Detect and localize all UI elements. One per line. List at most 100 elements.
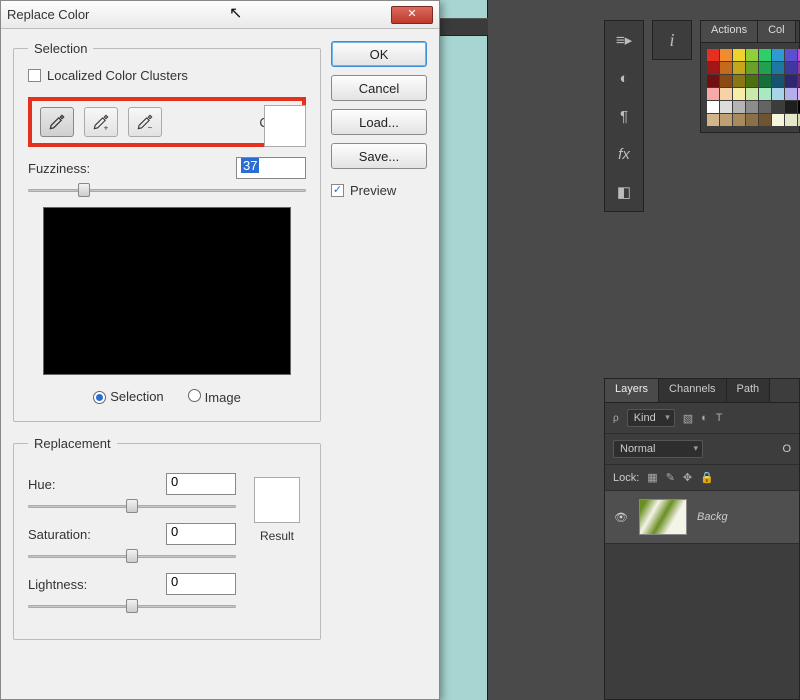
swatch[interactable] (720, 101, 732, 113)
tab-channels[interactable]: Channels (659, 379, 726, 402)
swatch[interactable] (785, 49, 797, 61)
tab-actions[interactable]: Actions (701, 21, 758, 42)
swatch[interactable] (707, 114, 719, 126)
swatch[interactable] (746, 49, 758, 61)
lightness-input[interactable]: 0 (166, 573, 236, 595)
filter-type-icon[interactable]: T (716, 412, 723, 425)
swatch[interactable] (733, 114, 745, 126)
filter-adjust-icon[interactable]: ◐ (701, 412, 708, 425)
selection-preview[interactable] (43, 207, 291, 375)
lock-position-icon[interactable]: ✥ (683, 471, 692, 484)
swatch[interactable] (720, 75, 732, 87)
visibility-eye-icon[interactable]: 👁 (613, 511, 629, 524)
eyedropper-button[interactable] (40, 107, 74, 137)
swatch[interactable] (733, 62, 745, 74)
view-image-radio[interactable]: Image (188, 389, 241, 405)
swatch[interactable] (746, 88, 758, 100)
cancel-button[interactable]: Cancel (331, 75, 427, 101)
swatch[interactable] (759, 62, 771, 74)
svg-text:−: − (148, 122, 153, 132)
swatch[interactable] (746, 101, 758, 113)
swatch[interactable] (720, 114, 732, 126)
swatch[interactable] (785, 101, 797, 113)
swatch[interactable] (759, 101, 771, 113)
swatch[interactable] (772, 114, 784, 126)
swatch[interactable] (707, 75, 719, 87)
color-swatches[interactable] (701, 43, 799, 132)
dialog-titlebar[interactable]: Replace Color ✕ (1, 1, 439, 29)
eyedropper-icon (47, 112, 67, 132)
adjustments-icon[interactable]: ◧ (611, 179, 637, 205)
swatch[interactable] (785, 62, 797, 74)
swatch[interactable] (746, 75, 758, 87)
selection-group: Selection Localized Color Clusters + − (13, 41, 321, 422)
close-button[interactable]: ✕ (391, 6, 433, 24)
hue-input[interactable]: 0 (166, 473, 236, 495)
saturation-input[interactable]: 0 (166, 523, 236, 545)
localized-clusters-checkbox[interactable] (28, 69, 41, 82)
swatch[interactable] (785, 88, 797, 100)
eyedropper-subtract-button[interactable]: − (128, 107, 162, 137)
swatch[interactable] (772, 62, 784, 74)
fuzziness-slider[interactable] (28, 183, 306, 197)
swatch[interactable] (720, 49, 732, 61)
swatch[interactable] (733, 101, 745, 113)
selected-color-swatch[interactable] (264, 105, 306, 147)
fuzziness-label: Fuzziness: (28, 161, 228, 176)
swatch[interactable] (720, 62, 732, 74)
swatch[interactable] (707, 49, 719, 61)
result-color-swatch[interactable] (254, 477, 300, 523)
fuzziness-input[interactable]: 37 (236, 157, 306, 179)
swatch[interactable] (772, 88, 784, 100)
load-button[interactable]: Load... (331, 109, 427, 135)
lock-transparency-icon[interactable]: ▦ (647, 471, 657, 484)
saturation-slider[interactable] (28, 549, 236, 563)
character-icon[interactable]: ¶ (611, 103, 637, 129)
save-button[interactable]: Save... (331, 143, 427, 169)
brush-presets-icon[interactable]: ◐ (611, 65, 637, 91)
swatch[interactable] (733, 75, 745, 87)
swatch[interactable] (772, 75, 784, 87)
lock-pixels-icon[interactable]: ✎ (666, 471, 675, 484)
canvas-area[interactable] (440, 0, 488, 700)
ok-button[interactable]: OK (331, 41, 427, 67)
swatch[interactable] (707, 101, 719, 113)
mini-tool-column: ≡▸ ◐ ¶ fx ◧ (604, 20, 644, 212)
lightness-slider[interactable] (28, 599, 236, 613)
layer-row-background[interactable]: 👁 Backg (605, 491, 799, 544)
swatch[interactable] (759, 49, 771, 61)
swatch[interactable] (746, 114, 758, 126)
kind-filter[interactable]: Kind (627, 409, 675, 427)
swatch[interactable] (746, 62, 758, 74)
swatch[interactable] (785, 114, 797, 126)
hue-slider[interactable] (28, 499, 236, 513)
swatch[interactable] (707, 62, 719, 74)
styles-icon[interactable]: fx (611, 141, 637, 167)
layer-name[interactable]: Backg (697, 511, 728, 523)
swatch[interactable] (720, 88, 732, 100)
swatch[interactable] (772, 101, 784, 113)
eyedropper-add-button[interactable]: + (84, 107, 118, 137)
swatch[interactable] (733, 49, 745, 61)
swatch[interactable] (759, 88, 771, 100)
swatch[interactable] (707, 88, 719, 100)
history-icon[interactable]: ≡▸ (611, 27, 637, 53)
lock-all-icon[interactable]: 🔒 (700, 471, 714, 484)
tab-layers[interactable]: Layers (605, 379, 659, 402)
tab-paths[interactable]: Path (727, 379, 771, 402)
lightness-label: Lightness: (28, 577, 158, 592)
result-label: Result (260, 529, 294, 543)
filter-pixel-icon[interactable]: ▧ (683, 412, 693, 425)
swatch[interactable] (785, 75, 797, 87)
info-icon[interactable]: i (652, 20, 692, 60)
preview-checkbox[interactable] (331, 184, 344, 197)
layer-thumbnail[interactable] (639, 499, 687, 535)
blend-mode-select[interactable]: Normal (613, 440, 703, 458)
swatch[interactable] (733, 88, 745, 100)
swatch[interactable] (772, 49, 784, 61)
swatch[interactable] (759, 114, 771, 126)
actions-panel: Actions Col (700, 20, 800, 133)
swatch[interactable] (759, 75, 771, 87)
tab-color[interactable]: Col (758, 21, 796, 42)
view-selection-radio[interactable]: Selection (93, 389, 163, 405)
